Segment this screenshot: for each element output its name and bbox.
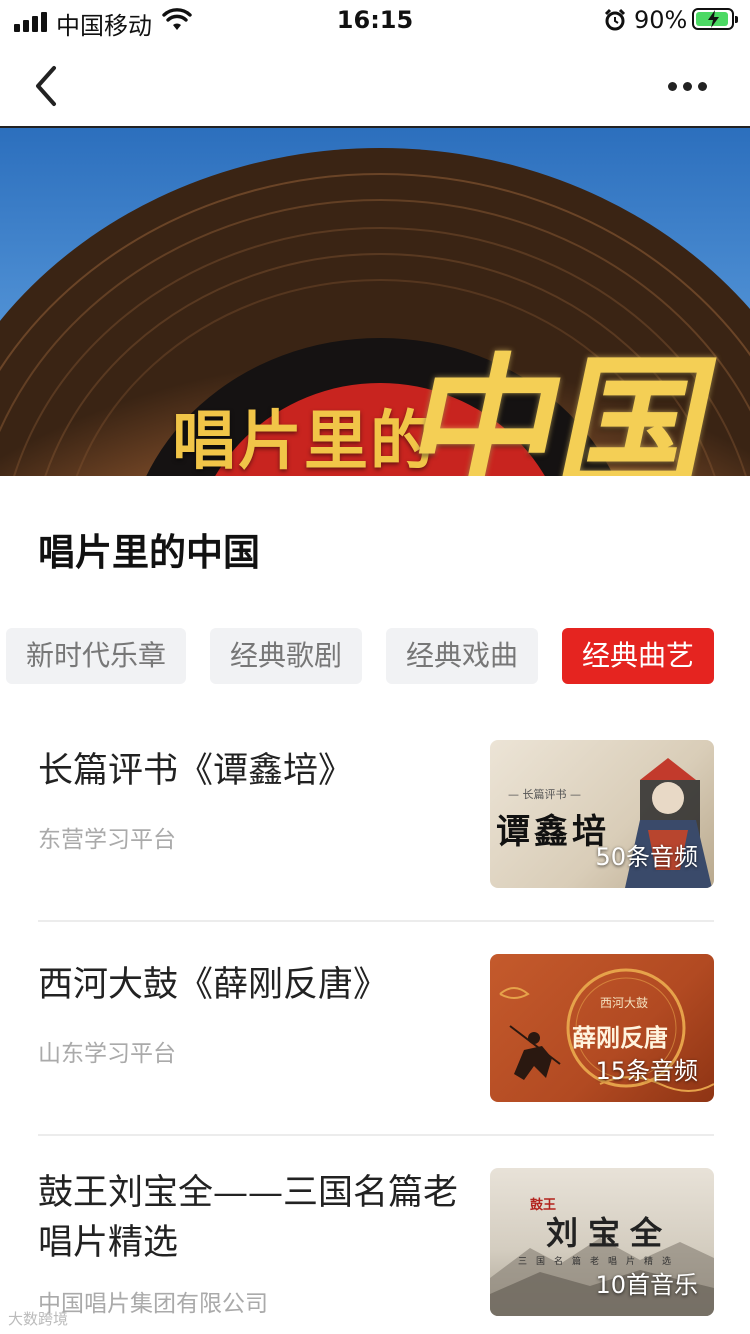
list-item[interactable]: 长篇评书《谭鑫培》 东营学习平台 — 长篇评书 — 谭鑫培 50条音频 — [38, 740, 714, 888]
item-thumbnail: — 长篇评书 — 谭鑫培 50条音频 — [490, 740, 714, 888]
battery-icon — [692, 8, 738, 30]
page-title: 唱片里的中国 — [38, 530, 260, 574]
divider — [38, 920, 714, 922]
list-item[interactable]: 鼓王刘宝全——三国名篇老唱片精选 中国唱片集团有限公司 鼓王 刘宝全 三国名篇老… — [38, 1168, 714, 1317]
battery-percent: 90% — [634, 6, 688, 34]
alarm-icon — [604, 8, 626, 31]
watermark: 大数跨境 — [8, 1310, 69, 1328]
item-title: 长篇评书《谭鑫培》 — [38, 751, 354, 791]
status-bar: 中国移动 16:15 90% — [0, 0, 750, 40]
tab-classic-xiqu[interactable]: 经典戏曲 — [386, 628, 538, 684]
banner-logo: 中国 — [393, 339, 732, 476]
thumb-title: 谭鑫培 — [496, 812, 610, 852]
chevron-left-icon[interactable] — [28, 64, 68, 108]
item-thumbnail: 鼓王 刘宝全 三国名篇老唱片精选 10首音乐 — [490, 1168, 714, 1316]
banner-title: 唱片里的 — [172, 404, 436, 476]
hero-banner: 唱片里的 中国 — [0, 128, 750, 476]
thumb-kicker: 西河大鼓 — [600, 996, 649, 1010]
item-source: 山东学习平台 — [38, 1041, 176, 1067]
wifi-icon — [162, 8, 192, 30]
thumb-title: 刘宝全 — [546, 1214, 673, 1252]
signal-icon — [14, 12, 47, 32]
list-item[interactable]: 西河大鼓《薛刚反唐》 山东学习平台 西河大鼓 薛刚反唐 15条音频 — [38, 954, 714, 1102]
item-title: 鼓王刘宝全——三国名篇老唱片精选 — [38, 1173, 459, 1263]
thumb-kicker: — 长篇评书 — — [508, 788, 581, 801]
divider — [38, 1134, 714, 1136]
thumb-title: 薛刚反唐 — [572, 1023, 668, 1052]
audio-count: 50条音频 — [595, 843, 698, 871]
item-source: 中国唱片集团有限公司 — [38, 1291, 268, 1317]
carrier-label: 中国移动 — [56, 12, 152, 40]
tab-classic-quyi[interactable]: 经典曲艺 — [562, 628, 714, 684]
more-dots-icon[interactable] — [668, 74, 712, 98]
tab-new-era[interactable]: 新时代乐章 — [6, 628, 186, 684]
item-title: 西河大鼓《薛刚反唐》 — [38, 965, 389, 1005]
music-count: 10首音乐 — [595, 1271, 698, 1299]
audio-count: 15条音频 — [595, 1057, 698, 1085]
tab-classic-opera[interactable]: 经典歌剧 — [210, 628, 362, 684]
nav-bar — [0, 40, 750, 128]
item-thumbnail: 西河大鼓 薛刚反唐 15条音频 — [490, 954, 714, 1102]
item-source: 东营学习平台 — [38, 827, 176, 853]
